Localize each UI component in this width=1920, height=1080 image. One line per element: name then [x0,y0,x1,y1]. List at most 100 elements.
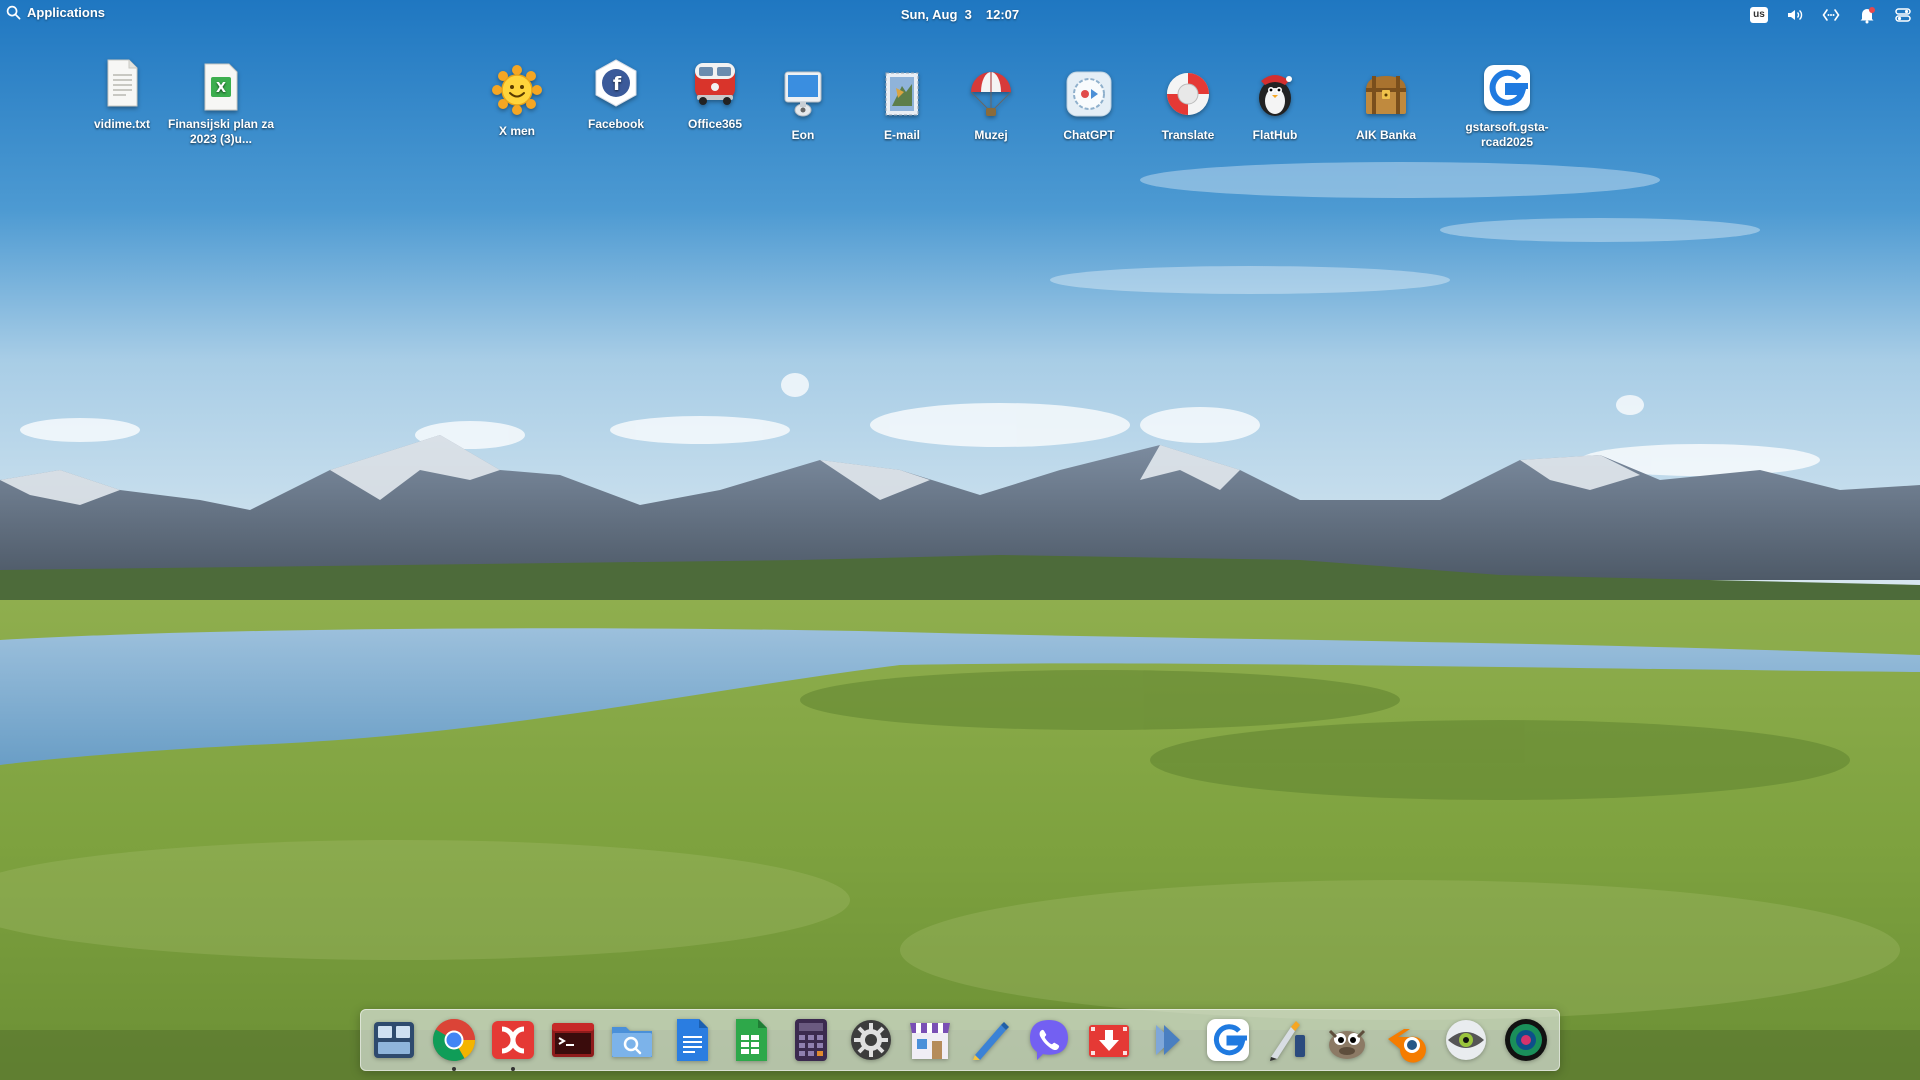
dock-item-video-player[interactable] [1144,1015,1194,1065]
stamp-icon [885,72,919,116]
dock-item-gstarcad[interactable] [1203,1015,1253,1065]
sun-face-icon [492,65,542,115]
desktop-icon-label: Eon [791,128,815,142]
dock-item-video-downloader[interactable] [1084,1015,1134,1065]
keyboard-layout-label: us [1750,7,1768,23]
terminal-icon [551,1023,594,1057]
system-tray: us [1748,4,1914,26]
desktop-icon-label: Finansijski plan za 2023 (3)u... [167,117,275,146]
desktop-icon-label: Office365 [687,117,743,131]
keyboard-layout-indicator[interactable]: us [1748,4,1770,26]
dock [360,1009,1560,1071]
svg-text:f: f [613,73,622,95]
dock-item-app-store[interactable] [905,1015,955,1065]
desktop-icon-label: vidime.txt [93,117,150,131]
dock-item-blender[interactable] [1382,1015,1432,1065]
dock-item-terminal[interactable] [548,1015,598,1065]
desktop-icon-gstarsoft[interactable]: gstarsoft.gsta-rcad2025 [1452,62,1562,150]
dock-item-multitasking-view[interactable] [369,1015,419,1065]
desktop-icon-label: Muzej [974,128,1008,142]
network-indicator[interactable] [1820,4,1842,26]
applications-label: Applications [27,5,106,20]
dock-item-double-commander[interactable] [488,1015,538,1071]
spreadsheet-file-icon: X [204,63,238,111]
desktop-icon-label: E-mail [883,128,920,142]
desktop-icon-eon[interactable]: Eon [748,66,858,143]
treasure-chest-icon [1366,76,1406,114]
multitasking-view-icon [374,1022,414,1058]
desktop-icon-flathub[interactable]: FlatHub [1220,66,1330,143]
file-manager-icon [612,1027,653,1057]
bell-icon [1860,7,1875,24]
desktop-icon-chatgpt[interactable]: ChatGPT [1034,66,1144,143]
gstarcad-icon [1207,1019,1250,1061]
monitor-icon [784,71,822,117]
desktop-icon-facebook[interactable]: f Facebook [561,55,671,132]
desktop-icon-muzej[interactable]: Muzej [936,66,1046,143]
viber-icon [1030,1020,1069,1060]
notifications-indicator[interactable] [1856,4,1878,26]
network-wired-icon [1822,9,1840,21]
dock-item-inkscape[interactable] [1263,1015,1313,1065]
desktop-icon-label: Translate [1161,128,1215,142]
video-downloader-icon [1088,1025,1129,1057]
dock-item-text-editor[interactable] [965,1015,1015,1065]
volume-indicator[interactable] [1784,4,1806,26]
volume-icon [1788,9,1803,21]
dock-item-document-writer[interactable] [667,1015,717,1065]
text-editor-icon [972,1022,1009,1060]
desktop-wallpaper [0,0,1920,1080]
parachute-icon [970,72,1012,116]
dock-item-spreadsheet[interactable] [726,1015,776,1065]
gstarcad-icon [1484,65,1530,111]
top-panel: Applications Sun, Aug 3 12:07 us [0,0,1920,30]
time-text[interactable]: 12:07 [986,7,1019,22]
van-icon [695,63,735,105]
video-player-icon [1155,1025,1180,1055]
desktop-icon-label: ChatGPT [1063,128,1115,142]
record-icon [1066,71,1112,117]
penguin-icon [1259,75,1292,116]
eye-icon [1446,1020,1487,1060]
text-file-icon [107,59,138,107]
app-store-icon [910,1023,951,1059]
desktop-icon-label: Facebook [587,117,644,131]
system-settings-icon [850,1020,891,1060]
svg-text:X: X [216,81,226,96]
datetime-indicator: Sun, Aug 3 12:07 [0,7,1920,22]
dock-item-chrome[interactable] [429,1015,479,1071]
search-icon [6,5,21,20]
system-settings-toggle-icon [1895,8,1911,22]
desktop-icon-x-men[interactable]: X men [462,62,572,139]
session-indicator[interactable] [1892,4,1914,26]
dock-item-screen-recorder[interactable] [1501,1015,1551,1065]
desktop-icon-label: FlatHub [1252,128,1298,142]
running-indicator [451,1067,456,1071]
chrome-icon [432,1019,475,1062]
dock-item-calculator[interactable] [786,1015,836,1065]
running-indicator [511,1067,516,1071]
dock-item-system-settings[interactable] [846,1015,896,1065]
dock-item-file-manager[interactable] [607,1015,657,1065]
dock-item-eye[interactable] [1441,1015,1491,1065]
document-writer-icon [676,1019,708,1061]
screen-recorder-icon [1504,1019,1547,1061]
inkscape-icon [1269,1021,1305,1061]
calculator-icon [795,1019,828,1061]
spreadsheet-icon [736,1019,768,1061]
dock-item-gimp[interactable] [1322,1015,1372,1065]
blender-icon [1387,1029,1426,1063]
gimp-icon [1329,1029,1366,1059]
desktop-icon-label: AIK Banka [1355,128,1417,142]
date-text[interactable]: Sun, Aug 3 [901,7,972,22]
desktop-icon-vidime-txt[interactable]: vidime.txt [67,55,177,132]
double-commander-icon [492,1021,535,1059]
facebook-icon: f [595,59,637,107]
desktop-icon-label: X men [498,124,535,138]
lifebuoy-icon [1167,73,1209,115]
desktop-icon-finansijski-plan[interactable]: X Finansijski plan za 2023 (3)u... [166,63,276,147]
dock-item-viber[interactable] [1024,1015,1074,1065]
desktop-icon-aik-banka[interactable]: AIK Banka [1331,66,1441,143]
applications-menu-button[interactable]: Applications [6,5,105,20]
desktop-icon-label: gstarsoft.gsta-rcad2025 [1465,120,1549,149]
